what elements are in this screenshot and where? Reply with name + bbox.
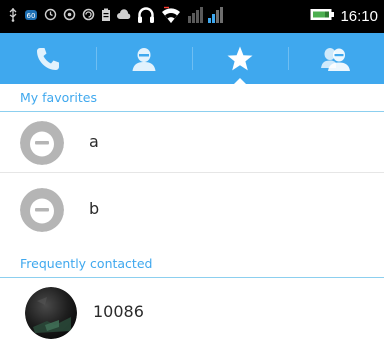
status-bar: 60 16:10 (0, 0, 384, 33)
contact-name: a (89, 132, 99, 151)
section-header-favorites: My favorites (0, 84, 384, 112)
headset-icon (137, 6, 155, 28)
signal-icon (187, 6, 225, 28)
favorite-contact-row[interactable]: a (0, 112, 384, 173)
section-header-frequent: Frequently contacted (0, 250, 384, 278)
default-avatar-icon (20, 121, 64, 165)
frequent-contact-row[interactable]: 10086 (0, 278, 384, 344)
status-icons: 60 (8, 6, 310, 28)
contact-name: 10086 (93, 302, 144, 321)
tab-groups[interactable] (288, 33, 384, 84)
battery-saver-icon (101, 8, 111, 26)
battery-icon (310, 8, 335, 25)
status-right: 16:10 (310, 8, 378, 25)
favorites-header-label: My favorites (20, 90, 97, 105)
clock-time: 16:10 (340, 8, 378, 25)
favorite-contact-row[interactable]: b (0, 173, 384, 243)
tab-favorites[interactable] (192, 33, 288, 84)
contact-icon (131, 46, 157, 72)
cloud-icon (117, 8, 131, 25)
tab-bar (0, 33, 384, 84)
star-icon (226, 45, 254, 73)
contact-name: b (89, 199, 100, 218)
circle-icon (82, 8, 95, 25)
contact-photo-avatar (25, 287, 77, 339)
tab-phone[interactable] (0, 33, 96, 84)
default-avatar-icon (20, 188, 64, 232)
frequent-header-label: Frequently contacted (20, 256, 153, 271)
sync-icon (44, 8, 57, 25)
svg-text:60: 60 (27, 12, 36, 20)
alarm-icon (63, 8, 76, 25)
usb-icon (8, 7, 18, 26)
phone-icon (35, 46, 61, 72)
wifi-icon (161, 6, 181, 28)
notification-icon: 60 (24, 8, 38, 26)
group-icon (320, 46, 352, 72)
tab-contacts[interactable] (96, 33, 192, 84)
